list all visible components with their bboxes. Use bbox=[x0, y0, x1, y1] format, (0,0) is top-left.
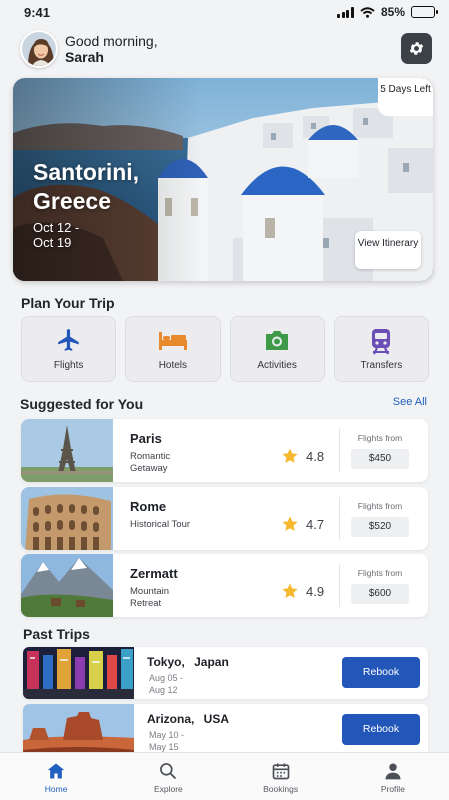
divider bbox=[339, 564, 340, 607]
suggestion-rating: 4.8 bbox=[306, 449, 325, 464]
suggestion-city: Paris bbox=[130, 431, 162, 446]
status-icons: 85% bbox=[337, 5, 438, 19]
paris-image bbox=[21, 419, 113, 482]
past-trips-title: Past Trips bbox=[23, 626, 90, 642]
view-itinerary-button[interactable]: View Itinerary bbox=[355, 231, 421, 269]
header: Good morning, Sarah bbox=[20, 30, 432, 70]
star-icon bbox=[282, 448, 298, 463]
train-icon bbox=[372, 329, 391, 355]
hero-destination: Santorini, Greece bbox=[33, 159, 140, 214]
suggestion-card-rome[interactable]: Rome Historical Tour 4.7 Flights from $5… bbox=[21, 487, 428, 550]
star-icon bbox=[282, 516, 298, 531]
plan-activities[interactable]: Activities bbox=[229, 316, 325, 382]
suggestion-city: Rome bbox=[130, 499, 167, 514]
tab-profile[interactable]: Profile bbox=[337, 753, 449, 800]
flight-price: $450 bbox=[351, 449, 409, 469]
zermatt-image bbox=[21, 554, 113, 617]
greeting: Good morning, Sarah bbox=[65, 33, 158, 65]
home-icon bbox=[47, 763, 65, 779]
gear-icon bbox=[409, 42, 424, 55]
suggestion-rating: 4.9 bbox=[306, 584, 325, 599]
tab-label: Home bbox=[44, 784, 68, 794]
star-icon bbox=[282, 583, 298, 598]
tab-label: Profile bbox=[380, 784, 405, 794]
see-all-link[interactable]: See All bbox=[393, 396, 427, 408]
past-trip-dates: May 10 - May 15 bbox=[149, 730, 185, 752]
flights-from-label: Flights from bbox=[357, 568, 403, 578]
divider bbox=[339, 497, 340, 540]
divider bbox=[339, 429, 340, 472]
past-trip-arizona: Arizona, USA May 10 - May 15 Rebook bbox=[23, 704, 428, 756]
flights-from-label: Flights from bbox=[357, 501, 403, 511]
tab-label: Bookings bbox=[263, 784, 299, 794]
plan-transfers[interactable]: Transfers bbox=[333, 316, 429, 382]
tab-home[interactable]: Home bbox=[0, 753, 112, 800]
rebook-button[interactable]: Rebook bbox=[342, 657, 420, 688]
suggested-title: Suggested for You bbox=[20, 396, 144, 412]
status-bar: 9:41 85% bbox=[0, 0, 449, 26]
status-time: 9:41 bbox=[24, 5, 51, 20]
avatar[interactable] bbox=[20, 30, 58, 68]
flight-price: $600 bbox=[351, 584, 409, 604]
flight-price: $520 bbox=[351, 517, 409, 537]
airplane-icon bbox=[57, 329, 79, 351]
days-left-badge: 5 Days Left bbox=[378, 78, 433, 116]
suggestion-desc: Historical Tour bbox=[130, 519, 191, 530]
user-name: Sarah bbox=[65, 49, 104, 65]
plan-flights[interactable]: Flights bbox=[21, 316, 117, 382]
arizona-image bbox=[23, 704, 134, 756]
past-trip-tokyo: Tokyo, Japan Aug 05 - Aug 12 Rebook bbox=[23, 647, 428, 699]
plan-grid: Flights Hotels Activities Transfers bbox=[21, 316, 429, 382]
camera-icon bbox=[266, 331, 289, 350]
tab-explore[interactable]: Explore bbox=[112, 753, 224, 800]
suggestion-desc: Romantic Getaway bbox=[130, 451, 171, 474]
rebook-button[interactable]: Rebook bbox=[342, 714, 420, 745]
past-trip-place: Arizona, USA bbox=[147, 712, 230, 726]
search-icon bbox=[160, 763, 177, 780]
settings-button[interactable] bbox=[401, 33, 432, 64]
greeting-text: Good morning, bbox=[65, 33, 158, 49]
flights-from-label: Flights from bbox=[357, 433, 403, 443]
suggestion-rating: 4.7 bbox=[306, 517, 325, 532]
past-trip-place: Tokyo, Japan bbox=[147, 655, 229, 669]
plan-title: Plan Your Trip bbox=[21, 295, 115, 311]
bed-icon bbox=[158, 332, 187, 350]
suggestion-card-paris[interactable]: Paris Romantic Getaway 4.8 Flights from … bbox=[21, 419, 428, 482]
past-trip-dates: Aug 05 - Aug 12 bbox=[149, 673, 184, 695]
battery-icon bbox=[411, 6, 438, 18]
plan-hotels-label: Hotels bbox=[158, 360, 188, 371]
hero-dates: Oct 12 - Oct 19 bbox=[33, 220, 80, 250]
hero-card[interactable]: Santorini, Greece Oct 12 - Oct 19 5 Days… bbox=[13, 78, 433, 281]
calendar-icon bbox=[272, 763, 289, 780]
tab-bar: Home Explore Bookings Profile bbox=[0, 752, 449, 800]
tokyo-image bbox=[23, 647, 134, 699]
plan-transfers-label: Transfers bbox=[360, 360, 403, 371]
signal-icon bbox=[337, 6, 354, 18]
plan-activities-label: Activities bbox=[257, 360, 297, 371]
tab-bookings[interactable]: Bookings bbox=[225, 753, 337, 800]
plan-hotels[interactable]: Hotels bbox=[125, 316, 221, 382]
suggestion-desc: Mountain Retreat bbox=[130, 586, 170, 609]
wifi-icon bbox=[360, 6, 375, 18]
battery-percent: 85% bbox=[380, 5, 405, 19]
suggestion-city: Zermatt bbox=[130, 566, 178, 581]
plan-flights-label: Flights bbox=[53, 360, 84, 371]
rome-image bbox=[21, 487, 113, 550]
suggestion-card-zermatt[interactable]: Zermatt Mountain Retreat 4.9 Flights fro… bbox=[21, 554, 428, 617]
person-icon bbox=[385, 763, 401, 780]
tab-label: Explore bbox=[153, 784, 183, 794]
